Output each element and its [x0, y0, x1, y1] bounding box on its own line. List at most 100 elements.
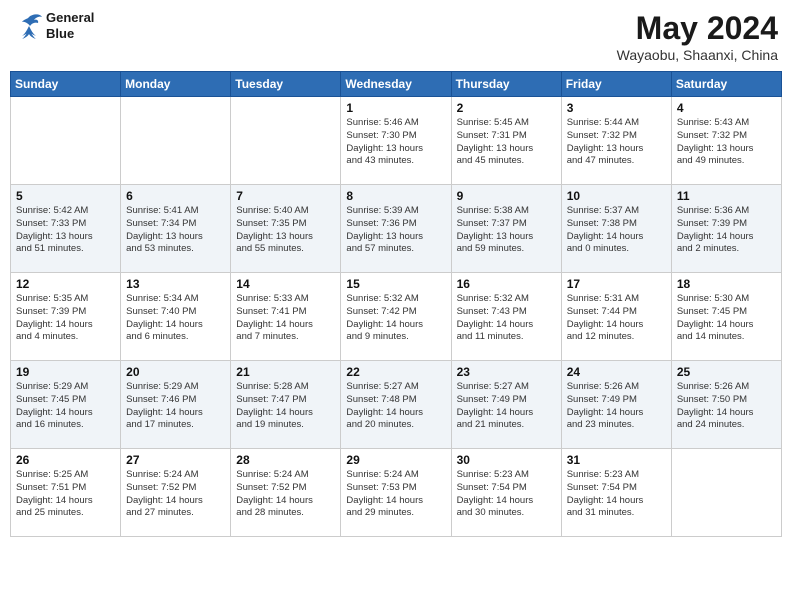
day-info: Sunrise: 5:27 AMSunset: 7:48 PMDaylight:…	[346, 381, 445, 432]
calendar-day-30: 30 Sunrise: 5:23 AMSunset: 7:54 PMDayligh…	[451, 449, 561, 537]
day-number: 2	[457, 101, 556, 115]
calendar-empty-cell	[671, 449, 781, 537]
day-number: 14	[236, 277, 335, 291]
calendar-day-29: 29 Sunrise: 5:24 AMSunset: 7:53 PMDayligh…	[341, 449, 451, 537]
calendar-day-19: 19 Sunrise: 5:29 AMSunset: 7:45 PMDayligh…	[11, 361, 121, 449]
calendar-week-row: 26 Sunrise: 5:25 AMSunset: 7:51 PMDayligh…	[11, 449, 782, 537]
day-info: Sunrise: 5:33 AMSunset: 7:41 PMDaylight:…	[236, 293, 335, 344]
day-info: Sunrise: 5:23 AMSunset: 7:54 PMDaylight:…	[457, 469, 556, 520]
calendar-day-24: 24 Sunrise: 5:26 AMSunset: 7:49 PMDayligh…	[561, 361, 671, 449]
day-number: 13	[126, 277, 225, 291]
day-number: 31	[567, 453, 666, 467]
day-info: Sunrise: 5:34 AMSunset: 7:40 PMDaylight:…	[126, 293, 225, 344]
day-number: 29	[346, 453, 445, 467]
day-info: Sunrise: 5:31 AMSunset: 7:44 PMDaylight:…	[567, 293, 666, 344]
calendar-day-22: 22 Sunrise: 5:27 AMSunset: 7:48 PMDayligh…	[341, 361, 451, 449]
day-info: Sunrise: 5:24 AMSunset: 7:52 PMDaylight:…	[236, 469, 335, 520]
logo-bird-icon	[14, 12, 44, 40]
day-number: 19	[16, 365, 115, 379]
day-info: Sunrise: 5:25 AMSunset: 7:51 PMDaylight:…	[16, 469, 115, 520]
calendar-day-17: 17 Sunrise: 5:31 AMSunset: 7:44 PMDayligh…	[561, 273, 671, 361]
calendar-day-15: 15 Sunrise: 5:32 AMSunset: 7:42 PMDayligh…	[341, 273, 451, 361]
logo-line2: Blue	[46, 26, 94, 42]
day-number: 6	[126, 189, 225, 203]
day-number: 30	[457, 453, 556, 467]
day-number: 26	[16, 453, 115, 467]
logo: General Blue	[14, 10, 94, 41]
day-number: 20	[126, 365, 225, 379]
day-number: 23	[457, 365, 556, 379]
calendar-day-3: 3 Sunrise: 5:44 AMSunset: 7:32 PMDaylight…	[561, 97, 671, 185]
weekday-header-monday: Monday	[121, 72, 231, 97]
calendar-day-14: 14 Sunrise: 5:33 AMSunset: 7:41 PMDayligh…	[231, 273, 341, 361]
calendar-day-4: 4 Sunrise: 5:43 AMSunset: 7:32 PMDaylight…	[671, 97, 781, 185]
calendar-day-2: 2Sunrise: 5:45 AMSunset: 7:31 PMDaylight…	[451, 97, 561, 185]
day-info: Sunrise: 5:32 AMSunset: 7:43 PMDaylight:…	[457, 293, 556, 344]
calendar-week-row: 19 Sunrise: 5:29 AMSunset: 7:45 PMDayligh…	[11, 361, 782, 449]
day-info: Sunrise: 5:32 AMSunset: 7:42 PMDaylight:…	[346, 293, 445, 344]
day-info: Sunrise: 5:39 AMSunset: 7:36 PMDaylight:…	[346, 205, 445, 256]
day-number: 8	[346, 189, 445, 203]
page-header: General Blue May 2024 Wayaobu, Shaanxi, …	[10, 10, 782, 63]
title-block: May 2024 Wayaobu, Shaanxi, China	[617, 10, 778, 63]
day-info: Sunrise: 5:26 AMSunset: 7:49 PMDaylight:…	[567, 381, 666, 432]
day-info: Sunrise: 5:29 AMSunset: 7:46 PMDaylight:…	[126, 381, 225, 432]
calendar-day-11: 11Sunrise: 5:36 AMSunset: 7:39 PMDayligh…	[671, 185, 781, 273]
weekday-header-saturday: Saturday	[671, 72, 781, 97]
day-number: 28	[236, 453, 335, 467]
calendar-day-25: 25Sunrise: 5:26 AMSunset: 7:50 PMDayligh…	[671, 361, 781, 449]
calendar-day-27: 27Sunrise: 5:24 AMSunset: 7:52 PMDayligh…	[121, 449, 231, 537]
calendar-day-6: 6Sunrise: 5:41 AMSunset: 7:34 PMDaylight…	[121, 185, 231, 273]
month-year-title: May 2024	[617, 10, 778, 47]
day-number: 22	[346, 365, 445, 379]
calendar-week-row: 5Sunrise: 5:42 AMSunset: 7:33 PMDaylight…	[11, 185, 782, 273]
day-info: Sunrise: 5:27 AMSunset: 7:49 PMDaylight:…	[457, 381, 556, 432]
day-number: 24	[567, 365, 666, 379]
calendar-day-9: 9Sunrise: 5:38 AMSunset: 7:37 PMDaylight…	[451, 185, 561, 273]
calendar-day-12: 12 Sunrise: 5:35 AMSunset: 7:39 PMDayligh…	[11, 273, 121, 361]
calendar-week-row: 12 Sunrise: 5:35 AMSunset: 7:39 PMDayligh…	[11, 273, 782, 361]
day-number: 9	[457, 189, 556, 203]
calendar-day-10: 10Sunrise: 5:37 AMSunset: 7:38 PMDayligh…	[561, 185, 671, 273]
day-number: 4	[677, 101, 776, 115]
calendar-day-28: 28 Sunrise: 5:24 AMSunset: 7:52 PMDayligh…	[231, 449, 341, 537]
calendar-day-1: 1 Sunrise: 5:46 AMSunset: 7:30 PMDaylight…	[341, 97, 451, 185]
weekday-header-sunday: Sunday	[11, 72, 121, 97]
calendar-day-16: 16 Sunrise: 5:32 AMSunset: 7:43 PMDayligh…	[451, 273, 561, 361]
day-number: 15	[346, 277, 445, 291]
calendar-day-21: 21Sunrise: 5:28 AMSunset: 7:47 PMDayligh…	[231, 361, 341, 449]
day-number: 16	[457, 277, 556, 291]
calendar-empty-cell	[231, 97, 341, 185]
calendar-day-26: 26 Sunrise: 5:25 AMSunset: 7:51 PMDayligh…	[11, 449, 121, 537]
day-info: Sunrise: 5:44 AMSunset: 7:32 PMDaylight:…	[567, 117, 666, 168]
day-info: Sunrise: 5:43 AMSunset: 7:32 PMDaylight:…	[677, 117, 776, 168]
calendar-day-31: 31Sunrise: 5:23 AMSunset: 7:54 PMDayligh…	[561, 449, 671, 537]
day-number: 10	[567, 189, 666, 203]
calendar-day-20: 20 Sunrise: 5:29 AMSunset: 7:46 PMDayligh…	[121, 361, 231, 449]
day-info: Sunrise: 5:29 AMSunset: 7:45 PMDaylight:…	[16, 381, 115, 432]
calendar-day-8: 8 Sunrise: 5:39 AMSunset: 7:36 PMDaylight…	[341, 185, 451, 273]
day-info: Sunrise: 5:24 AMSunset: 7:52 PMDaylight:…	[126, 469, 225, 520]
day-number: 7	[236, 189, 335, 203]
weekday-header-thursday: Thursday	[451, 72, 561, 97]
calendar-day-7: 7 Sunrise: 5:40 AMSunset: 7:35 PMDaylight…	[231, 185, 341, 273]
day-info: Sunrise: 5:30 AMSunset: 7:45 PMDaylight:…	[677, 293, 776, 344]
weekday-header-row: SundayMondayTuesdayWednesdayThursdayFrid…	[11, 72, 782, 97]
day-number: 1	[346, 101, 445, 115]
calendar-day-13: 13 Sunrise: 5:34 AMSunset: 7:40 PMDayligh…	[121, 273, 231, 361]
day-number: 18	[677, 277, 776, 291]
logo-text: General Blue	[46, 10, 94, 41]
day-info: Sunrise: 5:40 AMSunset: 7:35 PMDaylight:…	[236, 205, 335, 256]
weekday-header-wednesday: Wednesday	[341, 72, 451, 97]
day-number: 17	[567, 277, 666, 291]
day-info: Sunrise: 5:24 AMSunset: 7:53 PMDaylight:…	[346, 469, 445, 520]
day-number: 12	[16, 277, 115, 291]
location-subtitle: Wayaobu, Shaanxi, China	[617, 47, 778, 63]
weekday-header-friday: Friday	[561, 72, 671, 97]
day-info: Sunrise: 5:35 AMSunset: 7:39 PMDaylight:…	[16, 293, 115, 344]
calendar-empty-cell	[121, 97, 231, 185]
calendar-table: SundayMondayTuesdayWednesdayThursdayFrid…	[10, 71, 782, 537]
day-number: 3	[567, 101, 666, 115]
day-info: Sunrise: 5:46 AMSunset: 7:30 PMDaylight:…	[346, 117, 445, 168]
day-info: Sunrise: 5:36 AMSunset: 7:39 PMDaylight:…	[677, 205, 776, 256]
